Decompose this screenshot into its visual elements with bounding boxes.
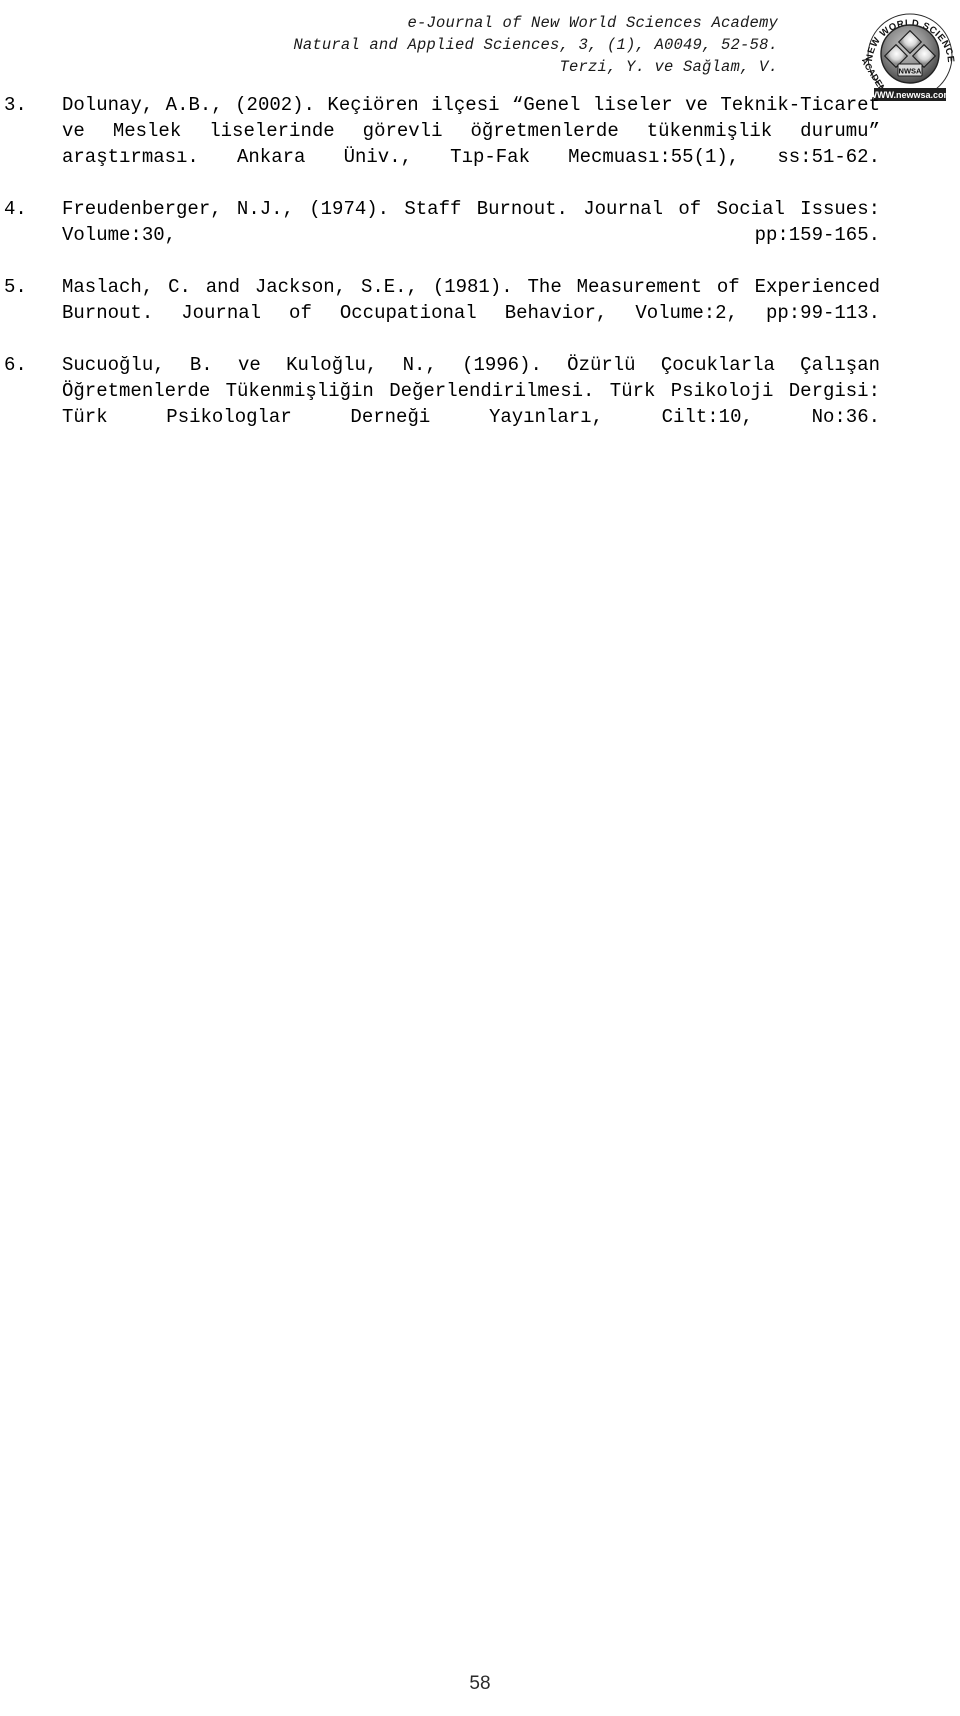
reference-number: 4.	[4, 198, 27, 220]
newwsa-seal-logo-icon: NEW WORLD SCIENCES ACADEMY NWSA WWW.neww…	[862, 12, 958, 104]
page-header: e-Journal of New World Sciences Academy …	[0, 12, 960, 101]
svg-text:NWSA: NWSA	[899, 67, 922, 76]
reference-item: 6. Sucuoğlu, B. ve Kuloğlu, N., (1996). …	[0, 352, 880, 456]
reference-text: Freudenberger, N.J., (1974). Staff Burno…	[62, 198, 880, 246]
references-list: 3. Dolunay, A.B., (2002). Keçiören ilçes…	[0, 92, 960, 456]
document-page: e-Journal of New World Sciences Academy …	[0, 0, 960, 1716]
page-number: 58	[469, 1673, 491, 1694]
reference-number: 6.	[4, 354, 27, 376]
reference-text: Maslach, C. and Jackson, S.E., (1981). T…	[62, 276, 880, 324]
reference-item: 4. Freudenberger, N.J., (1974). Staff Bu…	[0, 196, 880, 274]
reference-number: 5.	[4, 276, 27, 298]
header-citation-block: e-Journal of New World Sciences Academy …	[30, 12, 778, 78]
header-journal-title: e-Journal of New World Sciences Academy	[407, 14, 778, 32]
header-authors: Terzi, Y. ve Sağlam, V.	[559, 58, 778, 76]
reference-number: 3.	[4, 94, 27, 116]
header-issue-info: Natural and Applied Sciences, 3, (1), A0…	[293, 36, 778, 54]
reference-text: Sucuoğlu, B. ve Kuloğlu, N., (1996). Özü…	[62, 354, 880, 428]
reference-text: Dolunay, A.B., (2002). Keçiören ilçesi “…	[62, 94, 880, 168]
reference-item: 3. Dolunay, A.B., (2002). Keçiören ilçes…	[0, 92, 880, 196]
reference-item: 5. Maslach, C. and Jackson, S.E., (1981)…	[0, 274, 880, 352]
